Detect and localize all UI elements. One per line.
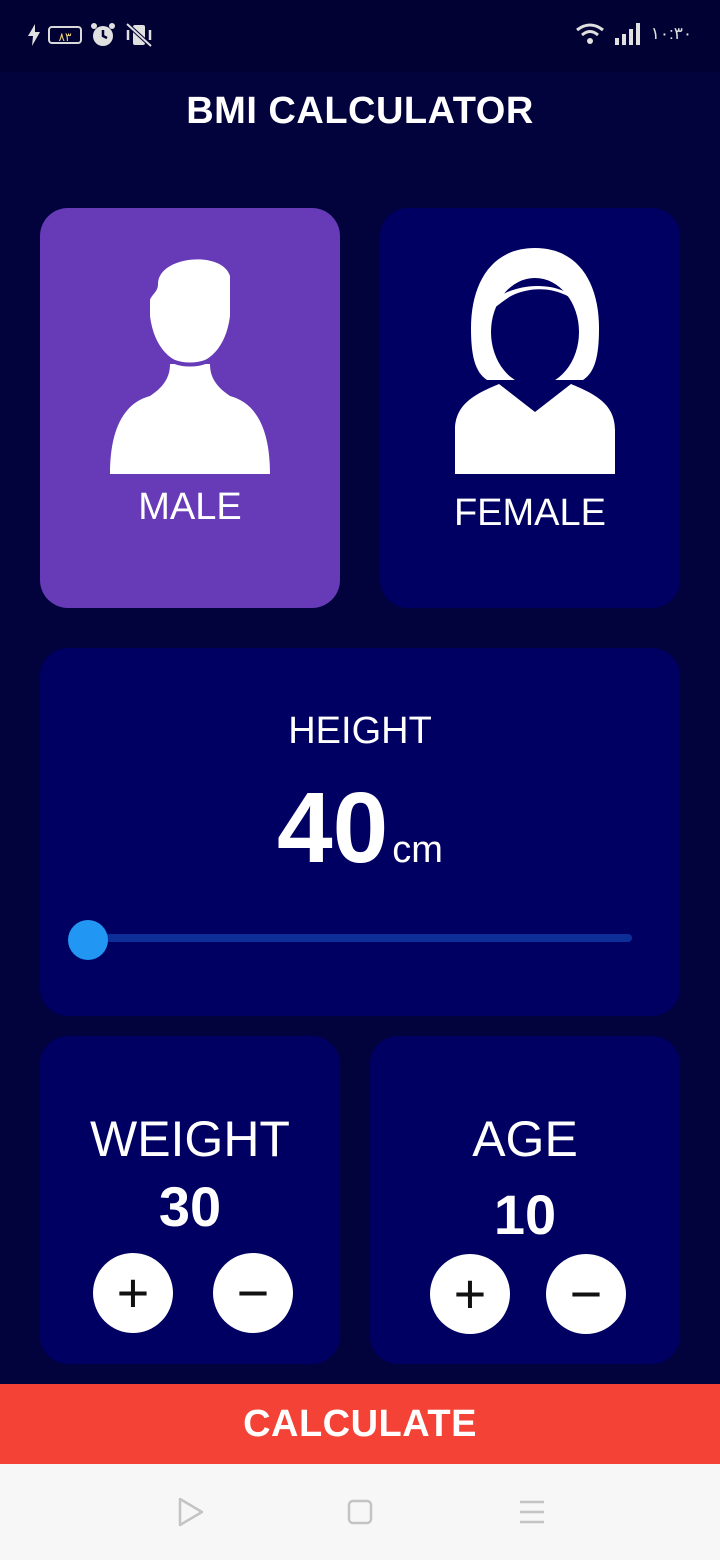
height-unit: cm [392,829,443,871]
app-title: BMI CALCULATOR [186,90,534,132]
height-value: 40 [277,772,389,884]
system-nav-bar [0,1464,720,1560]
female-avatar-icon [455,248,615,474]
plus-icon: + [116,1261,150,1324]
female-label: FEMALE [453,492,607,534]
wifi-icon [575,23,604,44]
home-square-icon[interactable] [340,1492,380,1532]
vibrate-off-icon [125,22,153,48]
battery-icon: ۸۳ [48,26,82,44]
minus-icon: − [569,1262,603,1325]
status-time: ۱۰:۳۰ [650,24,692,43]
weight-decrement-button[interactable]: − [213,1253,293,1333]
status-right-icons: ۱۰:۳۰ [575,22,692,46]
weight-title: WEIGHT [90,1111,290,1167]
calculate-button[interactable]: CALCULATE [0,1384,720,1464]
age-value: 10 [493,1183,557,1246]
age-increment-button[interactable]: + [430,1254,510,1334]
status-bar: ۸۳ ۱۰:۳۰ [0,0,720,72]
male-label: MALE [138,486,242,528]
height-title: HEIGHT [288,710,432,752]
male-card[interactable]: MALE [40,208,340,608]
back-triangle-icon[interactable] [170,1492,210,1532]
menu-lines-icon[interactable] [512,1492,552,1532]
female-card[interactable]: FEMALE [380,208,680,608]
height-slider-thumb[interactable] [68,920,108,960]
minus-icon: − [236,1261,270,1324]
weight-increment-button[interactable]: + [93,1253,173,1333]
signal-icon [614,23,640,45]
alarm-icon [91,23,115,46]
age-decrement-button[interactable]: − [546,1254,626,1334]
height-value-row: 40 cm [40,778,680,878]
height-card: HEIGHT 40 cm [40,648,680,1016]
status-left-icons: ۸۳ [28,22,154,48]
age-card: AGE 10 + − [370,1036,680,1364]
height-slider-track[interactable] [88,934,632,942]
male-avatar-icon [110,259,270,474]
bolt-icon [28,24,40,46]
weight-value: 30 [158,1175,222,1238]
plus-icon: + [453,1262,487,1325]
weight-card: WEIGHT 30 + − [40,1036,340,1364]
age-title: AGE [472,1111,578,1167]
